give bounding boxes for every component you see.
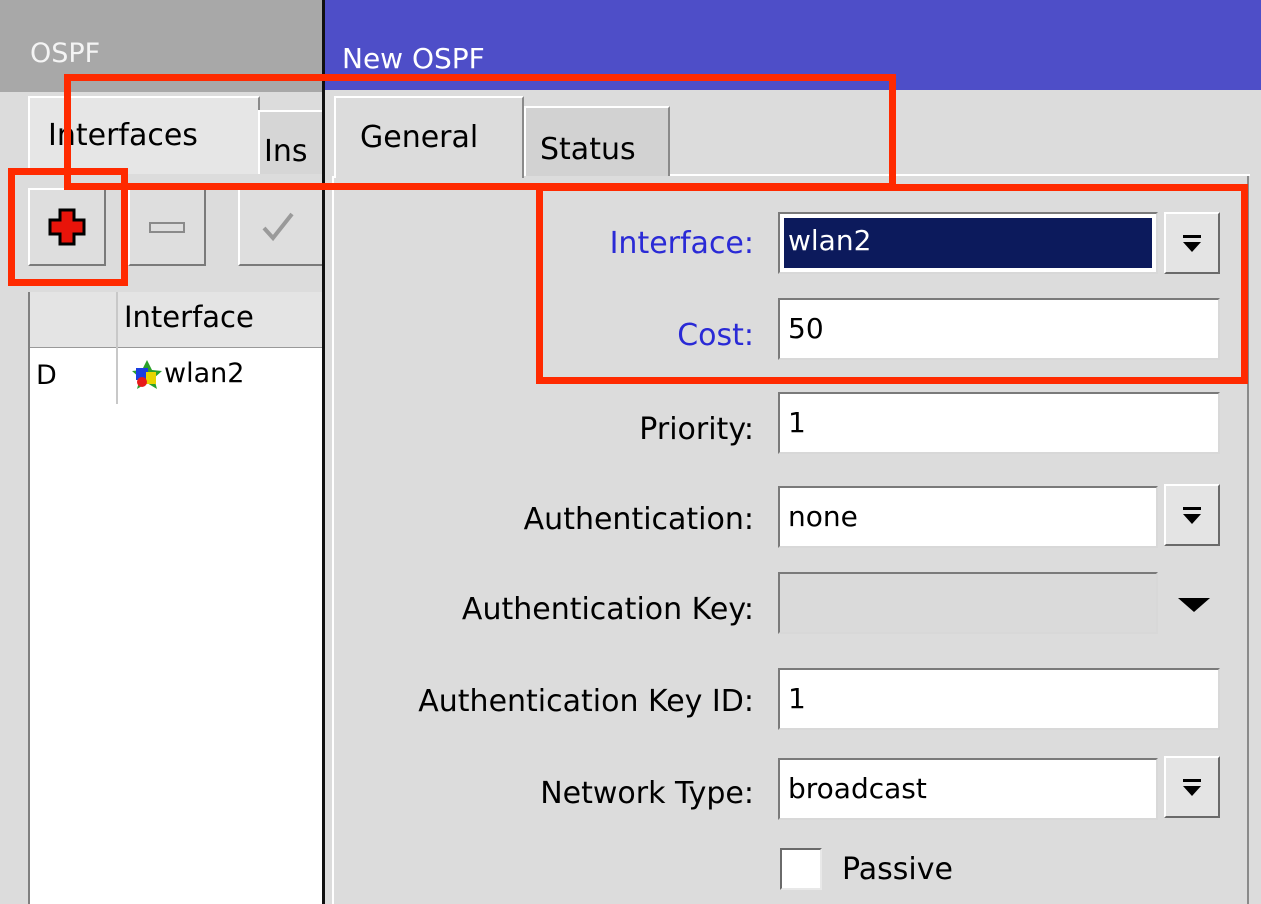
priority-label: Priority: <box>639 412 754 447</box>
authentication-key-input[interactable] <box>778 572 1158 634</box>
column-header-interface[interactable]: Interface <box>124 300 254 334</box>
annotation-box-interface-cost <box>536 184 1248 384</box>
row-interface-name[interactable]: wlan2 <box>164 358 244 389</box>
remove-button[interactable] <box>128 188 206 266</box>
authentication-key-id-input[interactable]: 1 <box>778 668 1220 730</box>
minus-icon <box>149 222 185 233</box>
authentication-dropdown-button[interactable] <box>1164 484 1220 546</box>
interface-icon <box>130 358 164 392</box>
dropdown-arrow-icon <box>1183 779 1201 796</box>
passive-checkbox[interactable] <box>780 848 822 890</box>
column-divider <box>116 292 118 404</box>
dialog-title: New OSPF <box>342 42 485 75</box>
row-flag[interactable]: D <box>36 360 57 391</box>
network-type-select[interactable]: broadcast <box>778 758 1158 820</box>
ospf-window-title: OSPF <box>30 38 101 69</box>
network-type-label: Network Type: <box>540 776 754 811</box>
authentication-key-id-label: Authentication Key ID: <box>418 684 754 719</box>
passive-label: Passive <box>842 852 953 887</box>
annotation-box-tabs <box>64 74 896 190</box>
network-type-dropdown-button[interactable] <box>1164 756 1220 818</box>
enable-button[interactable] <box>238 188 328 266</box>
authentication-select[interactable]: none <box>778 486 1158 548</box>
check-icon <box>262 212 294 242</box>
authentication-key-label: Authentication Key: <box>461 592 754 627</box>
authentication-key-dropdown-icon[interactable] <box>1172 590 1216 620</box>
priority-input[interactable]: 1 <box>778 392 1220 454</box>
dropdown-arrow-icon <box>1183 507 1201 524</box>
authentication-label: Authentication: <box>523 502 754 537</box>
annotation-box-add-button <box>8 168 128 286</box>
